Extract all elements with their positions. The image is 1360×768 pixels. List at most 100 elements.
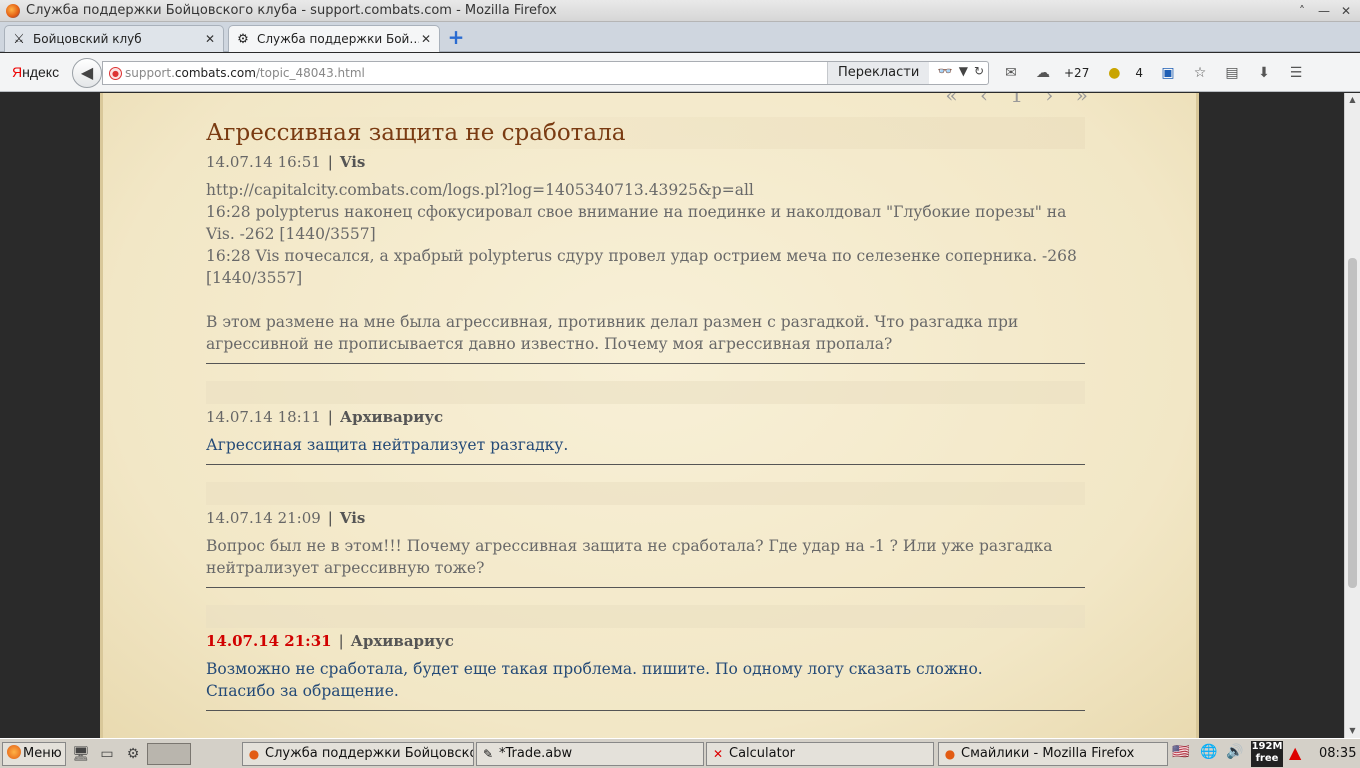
translate-button[interactable]: Перекласти: [827, 62, 930, 84]
task-label: Calculator: [729, 746, 796, 761]
post-divider: [206, 464, 1085, 465]
url-text[interactable]: support.combats.com/topic_48043.html: [125, 66, 365, 80]
weather-cloud-icon[interactable]: ☁: [1032, 62, 1054, 84]
dropdown-arrow-icon[interactable]: ▼: [959, 64, 968, 78]
tab-bar: ⚔ Бойцовский клуб ✕ ⚙ Служба поддержки Б…: [0, 22, 1360, 52]
url-actions: 👓 ▼ ↻: [938, 64, 984, 78]
scroll-down-icon[interactable]: ▼: [1345, 724, 1360, 738]
memory-label: free: [1255, 753, 1279, 764]
post-date-highlighted: 14.07.14 21:31: [206, 632, 332, 650]
abiword-icon: ✎: [482, 747, 494, 761]
minimize-button[interactable]: —: [1316, 3, 1332, 19]
forum-page: « ‹ 1 › » Агрессивная защита не сработал…: [100, 93, 1199, 738]
post-date: 14.07.14 21:09: [206, 509, 321, 527]
drive-icon[interactable]: ▭: [98, 745, 116, 763]
forum-post: 14.07.14 21:09 | Vis Вопрос был не в этом!…: [206, 507, 1085, 588]
tab-close-icon[interactable]: ✕: [419, 32, 433, 46]
post-header: 14.07.14 16:51 | Vis: [206, 151, 1085, 173]
download-icon[interactable]: ⬇: [1253, 62, 1275, 84]
new-tab-button[interactable]: +: [446, 27, 466, 48]
post-line: Агрессиная защита нейтрализует разгадку.: [206, 436, 569, 454]
post-divider: [206, 710, 1085, 711]
clock[interactable]: 08:35: [1319, 746, 1356, 761]
post-author[interactable]: Архивариус: [340, 408, 443, 426]
post-author[interactable]: Архивариус: [351, 632, 454, 650]
navigation-bar: Яндекс ◀ ● support.combats.com/topic_480…: [0, 53, 1360, 92]
start-menu-button[interactable]: Меню: [2, 742, 66, 766]
post-line: 16:28 polypterus наконец сфокусировал св…: [206, 203, 1067, 243]
task-abiword[interactable]: ✎ *Trade.abw: [476, 742, 704, 766]
post-author[interactable]: Vis: [340, 153, 366, 171]
task-firefox-smileys[interactable]: ● Смайлики - Mozilla Firefox: [938, 742, 1168, 766]
weather-temperature[interactable]: +27: [1064, 66, 1089, 80]
gear-icon: ⚙: [237, 31, 249, 47]
tab-support[interactable]: ⚙ Служба поддержки Бой… ✕: [228, 25, 440, 52]
bookmark-star-icon[interactable]: ☆: [1189, 62, 1211, 84]
desktop-pager[interactable]: [147, 743, 191, 765]
topic-content: Агрессивная защита не сработала 14.07.14…: [206, 117, 1085, 711]
memory-monitor[interactable]: 192M free: [1251, 741, 1283, 767]
post-spacer: [206, 482, 1085, 505]
post-header: 14.07.14 21:09 | Vis: [206, 507, 1085, 529]
post-divider: [206, 363, 1085, 364]
notification-count[interactable]: 4: [1135, 66, 1143, 80]
volume-icon[interactable]: 🔊: [1226, 744, 1243, 768]
glasses-icon[interactable]: 👓: [938, 64, 953, 78]
reload-icon[interactable]: ↻: [974, 64, 984, 78]
calculator-icon: ✕: [712, 747, 724, 761]
post-body: http://capitalcity.combats.com/logs.pl?l…: [206, 179, 1085, 355]
firefox-icon: [6, 3, 20, 18]
tab-fight-club[interactable]: ⚔ Бойцовский клуб ✕: [4, 25, 224, 52]
post-line: [206, 289, 1085, 311]
separator: |: [327, 408, 333, 426]
menu-logo-icon: [7, 745, 21, 759]
topic-title: Агрессивная защита не сработала: [206, 117, 1085, 149]
memory-value: 192M: [1251, 741, 1283, 752]
task-calculator[interactable]: ✕ Calculator: [706, 742, 934, 766]
post-line: 16:28 Vis почесался, а храбрый polypteru…: [206, 247, 1077, 287]
menu-label: Меню: [23, 746, 62, 761]
vertical-scrollbar[interactable]: ▲ ▼: [1344, 93, 1360, 738]
menu-icon[interactable]: ☰: [1285, 62, 1307, 84]
separator: |: [327, 509, 333, 527]
task-firefox-support[interactable]: ● Служба поддержки Бойцовского клуба: [242, 742, 474, 766]
forum-post: 14.07.14 21:31 | Архивариус Возможно не ср…: [206, 630, 1085, 711]
scrollbar-thumb[interactable]: [1348, 258, 1357, 588]
pagination[interactable]: « ‹ 1 › »: [945, 93, 1096, 107]
post-date: 14.07.14 16:51: [206, 153, 321, 171]
mail-icon[interactable]: ✉: [1000, 62, 1022, 84]
tab-close-icon[interactable]: ✕: [203, 32, 217, 46]
post-header: 14.07.14 18:11 | Архивариус: [206, 406, 1085, 428]
settings-icon[interactable]: ⚙: [124, 745, 142, 763]
yandex-logo[interactable]: Яндекс: [12, 64, 59, 80]
network-icon[interactable]: 🌐: [1200, 744, 1217, 768]
url-bar[interactable]: ● support.combats.com/topic_48043.html П…: [102, 61, 989, 85]
forum-post: 14.07.14 18:11 | Архивариус Агрессиная защ…: [206, 406, 1085, 465]
post-author[interactable]: Vis: [340, 509, 366, 527]
separator: |: [338, 632, 344, 650]
taskbar: Меню 🖥 ▭ ⚙ ● Служба поддержки Бойцовског…: [0, 738, 1360, 768]
post-header: 14.07.14 21:31 | Архивариус: [206, 630, 1085, 652]
post-divider: [206, 587, 1085, 588]
separator: |: [327, 153, 333, 171]
task-label: Служба поддержки Бойцовского клуба: [265, 746, 473, 761]
post-body: Возможно не сработала, будет еще такая п…: [206, 658, 1085, 702]
notification-icon[interactable]: ●: [1103, 62, 1125, 84]
pocket-icon[interactable]: ▣: [1157, 62, 1179, 84]
post-date: 14.07.14 18:11: [206, 408, 321, 426]
maximize-button[interactable]: ˄: [1294, 3, 1310, 19]
scroll-up-icon[interactable]: ▲: [1345, 93, 1360, 107]
cpu-graph-icon[interactable]: ▲: [1289, 743, 1301, 767]
back-arrow-icon: ◀: [80, 63, 94, 82]
close-window-button[interactable]: ✕: [1338, 3, 1354, 19]
window-title: Служба поддержки Бойцовского клуба - sup…: [26, 3, 557, 18]
firefox-icon: ●: [944, 747, 956, 761]
task-label: *Trade.abw: [499, 746, 573, 761]
window-titlebar: Служба поддержки Бойцовского клуба - sup…: [0, 0, 1360, 22]
back-button[interactable]: ◀: [72, 58, 102, 88]
reading-list-icon[interactable]: ▤: [1221, 62, 1243, 84]
us-flag-icon[interactable]: 🇺🇸: [1172, 744, 1189, 768]
site-identity-icon[interactable]: ●: [109, 67, 122, 80]
page-viewport: « ‹ 1 › » Агрессивная защита не сработал…: [0, 93, 1344, 738]
terminal-icon[interactable]: 🖥: [72, 745, 90, 763]
